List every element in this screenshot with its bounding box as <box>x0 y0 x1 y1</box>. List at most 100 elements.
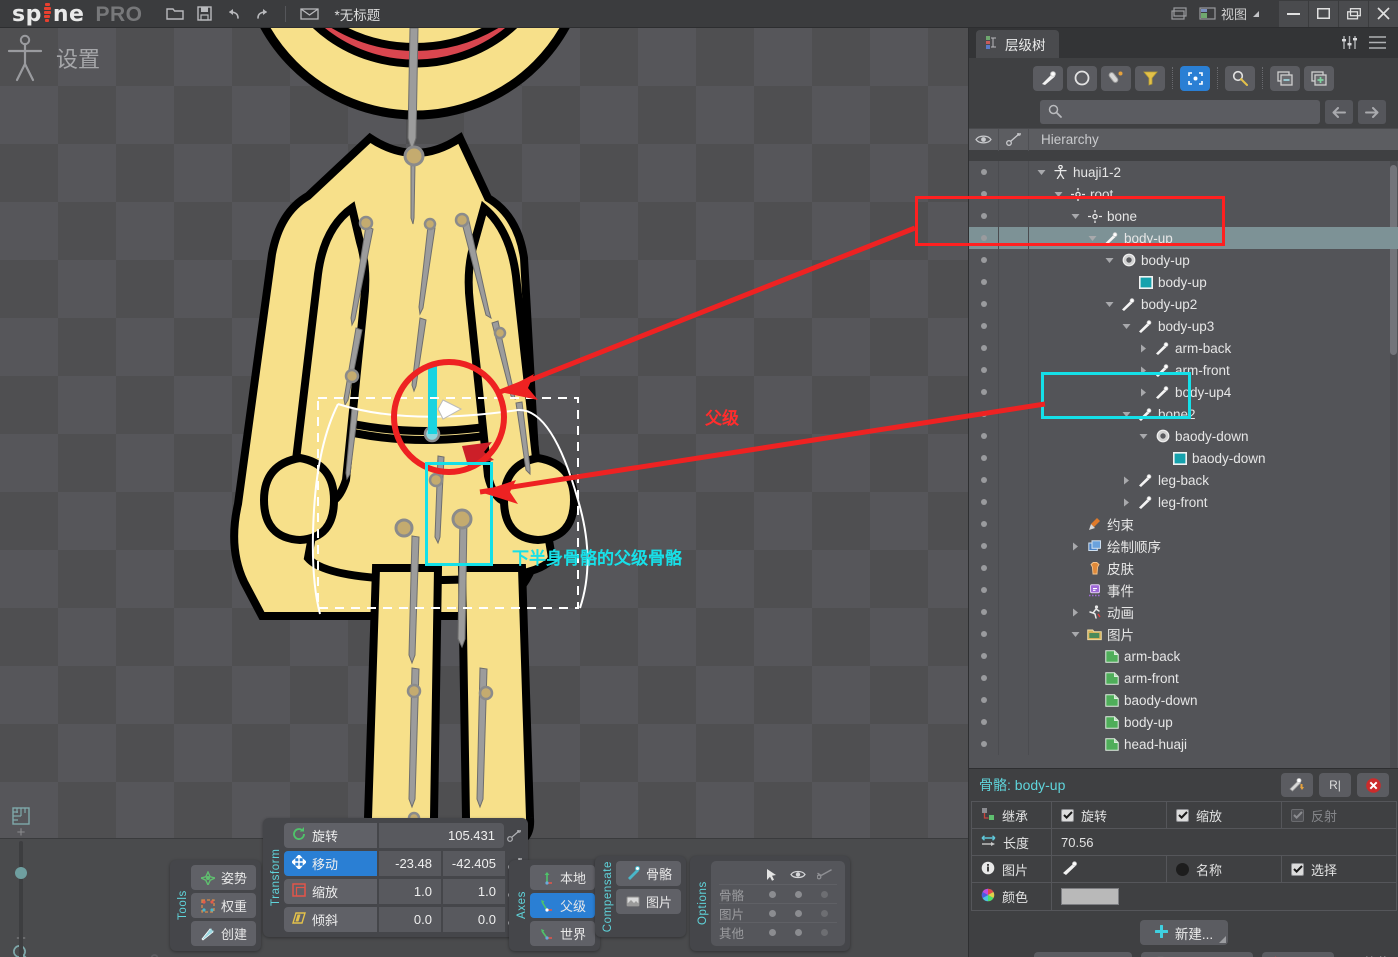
tree-row-arm-front[interactable]: arm-front <box>969 359 1398 381</box>
maximize-button[interactable] <box>1308 0 1338 27</box>
rotate-value[interactable]: 105.431 <box>379 823 504 848</box>
tree-row-link-cell[interactable] <box>999 447 1029 469</box>
chevron-right-icon[interactable] <box>1137 344 1150 353</box>
options-bone-visible-dot[interactable] <box>785 890 811 898</box>
axes-local-button[interactable]: 本地 <box>530 865 596 890</box>
tree-row-visibility-toggle[interactable] <box>969 579 999 601</box>
minimize-button[interactable] <box>1278 0 1308 27</box>
color-swatch-cell[interactable] <box>1052 883 1396 910</box>
tab-hierarchy[interactable]: 层级树 <box>976 30 1059 58</box>
chevron-right-icon[interactable] <box>1137 388 1150 397</box>
shear-y-value[interactable]: 0.0 <box>443 907 505 932</box>
tree-row-visibility-toggle[interactable] <box>969 513 999 535</box>
tree-row-visibility-toggle[interactable] <box>969 205 999 227</box>
tree-row-visibility-toggle[interactable] <box>969 359 999 381</box>
tree-row-body-up4[interactable]: body-up4 <box>969 381 1398 403</box>
tree-row-bone2[interactable]: bone2 <box>969 403 1398 425</box>
tree-row-visibility-toggle[interactable] <box>969 645 999 667</box>
tree-row-visibility-toggle[interactable] <box>969 425 999 447</box>
inherit-rotation-checkbox[interactable] <box>1061 808 1074 822</box>
tree-row-baody-down[interactable]: baody-down <box>969 447 1398 469</box>
tree-row-visibility-toggle[interactable] <box>969 667 999 689</box>
tree-row-leg-back[interactable]: leg-back <box>969 469 1398 491</box>
slot-filter-icon[interactable] <box>1067 65 1097 91</box>
setup-mode-button[interactable]: 设置 <box>6 34 100 82</box>
tree-row-绘制顺序[interactable]: 绘制顺序 <box>969 535 1398 557</box>
chevron-right-icon[interactable] <box>1137 366 1150 375</box>
tree-row-link-cell[interactable] <box>999 491 1029 513</box>
tree-row-arm-front[interactable]: arm-front <box>969 667 1398 689</box>
chevron-down-icon[interactable] <box>1035 169 1048 176</box>
tree-row-arm-back[interactable]: arm-back <box>969 645 1398 667</box>
translate-button[interactable]: 移动 <box>284 851 377 876</box>
tree-row-link-cell[interactable] <box>999 205 1029 227</box>
tree-row-body-up[interactable]: body-up <box>969 271 1398 293</box>
tree-row-visibility-toggle[interactable] <box>969 161 999 183</box>
view-menu-button[interactable]: 视图 <box>1193 2 1266 26</box>
shear-button[interactable]: 倾斜 <box>284 907 377 932</box>
zoom-slider[interactable] <box>14 840 28 957</box>
tree-row-link-cell[interactable] <box>999 733 1029 755</box>
scale-x-value[interactable]: 1.0 <box>379 879 441 904</box>
tree-row-link-cell[interactable] <box>999 271 1029 293</box>
tree-row-visibility-toggle[interactable] <box>969 337 999 359</box>
tree-row-link-cell[interactable] <box>999 667 1029 689</box>
expand-all-icon[interactable] <box>1304 65 1334 91</box>
tree-row-visibility-toggle[interactable] <box>969 689 999 711</box>
tree-row-link-cell[interactable] <box>999 623 1029 645</box>
inherit-scale-cell[interactable]: 缩放 <box>1167 802 1282 828</box>
chevron-right-icon[interactable] <box>1069 542 1082 551</box>
chevron-down-icon[interactable] <box>1103 301 1116 308</box>
tree-row-link-cell[interactable] <box>999 359 1029 381</box>
tree-row-huaji1-2[interactable]: huaji1-2 <box>969 161 1398 183</box>
tree-row-link-cell[interactable] <box>999 227 1029 249</box>
tree-row-visibility-toggle[interactable] <box>969 249 999 271</box>
tree-row-link-cell[interactable] <box>999 579 1029 601</box>
tree-row-link-cell[interactable] <box>999 513 1029 535</box>
tree-row-visibility-toggle[interactable] <box>969 183 999 205</box>
rotate-button[interactable]: 旋转 <box>284 823 377 848</box>
tree-row-link-cell[interactable] <box>999 645 1029 667</box>
tree-row-link-cell[interactable] <box>999 161 1029 183</box>
tree-row-visibility-toggle[interactable] <box>969 447 999 469</box>
tree-row-body-up[interactable]: body-up <box>969 249 1398 271</box>
tree-row-link-cell[interactable] <box>999 249 1029 271</box>
tree-row-visibility-toggle[interactable] <box>969 711 999 733</box>
tool-create-button[interactable]: 创建 <box>191 921 257 946</box>
chevron-down-icon[interactable] <box>1069 213 1082 220</box>
tree-row-bone[interactable]: bone <box>969 205 1398 227</box>
tree-row-约束[interactable]: 约束 <box>969 513 1398 535</box>
tree-row-动画[interactable]: 动画 <box>969 601 1398 623</box>
tree-row-link-cell[interactable] <box>999 425 1029 447</box>
tree-row-root[interactable]: root <box>969 183 1398 205</box>
tree-row-body-up[interactable]: body-up <box>969 711 1398 733</box>
tree-row-link-cell[interactable] <box>999 557 1029 579</box>
tree-row-visibility-toggle[interactable] <box>969 293 999 315</box>
options-other-tag-dot[interactable] <box>811 928 837 936</box>
tree-row-link-cell[interactable] <box>999 601 1029 623</box>
tree-row-皮肤[interactable]: 皮肤 <box>969 557 1398 579</box>
options-other-select-dot[interactable] <box>759 928 785 936</box>
tree-row-link-cell[interactable] <box>999 469 1029 491</box>
translate-y-value[interactable]: -42.405 <box>443 851 505 876</box>
chevron-right-icon[interactable] <box>1120 476 1133 485</box>
tree-row-link-cell[interactable] <box>999 183 1029 205</box>
tree-row-body-up3[interactable]: body-up3 <box>969 315 1398 337</box>
restore-button[interactable] <box>1338 0 1368 27</box>
zoom-in-icon[interactable]: + <box>17 825 26 840</box>
inherit-rotation-cell[interactable]: 旋转 <box>1052 802 1167 828</box>
options-other-visible-dot[interactable] <box>785 928 811 936</box>
options-image-select-dot[interactable] <box>759 909 785 917</box>
shear-x-value[interactable]: 0.0 <box>379 907 441 932</box>
tree-row-visibility-toggle[interactable] <box>969 381 999 403</box>
chevron-down-icon[interactable] <box>1052 191 1065 198</box>
chevron-down-icon[interactable] <box>1120 323 1133 330</box>
scale-y-value[interactable]: 1.0 <box>443 879 505 904</box>
compensate-bone-button[interactable]: 骨骼 <box>616 860 682 886</box>
lock-icon[interactable] <box>147 953 162 957</box>
delete-bone-button[interactable] <box>1357 773 1389 797</box>
options-image-tag-dot[interactable] <box>811 909 837 917</box>
tree-row-visibility-toggle[interactable] <box>969 469 999 491</box>
chevron-down-icon[interactable] <box>1086 235 1099 242</box>
collapse-all-icon[interactable] <box>1270 65 1300 91</box>
